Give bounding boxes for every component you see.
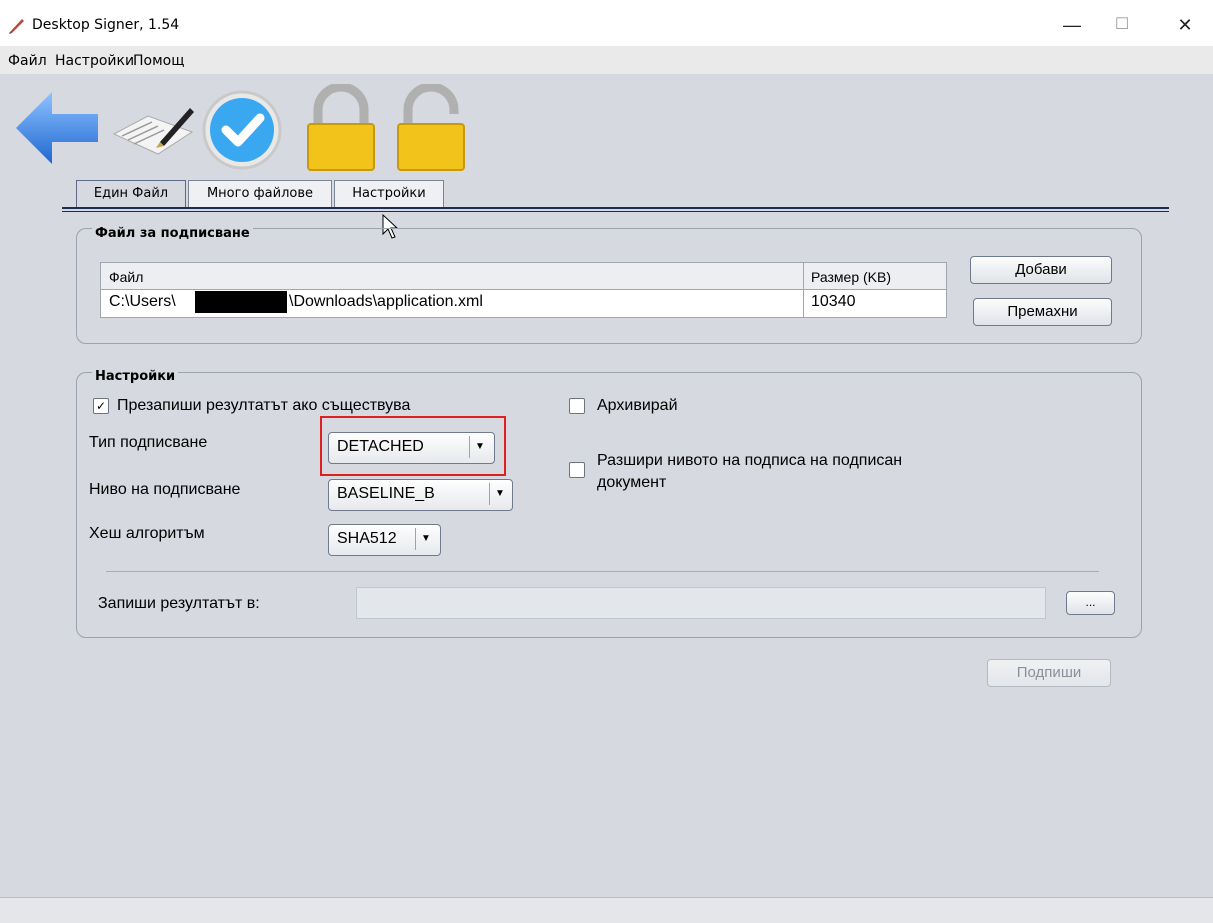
status-bar [0,897,1213,923]
file-size: 10340 [811,293,856,310]
sign-level-label: Ниво на подписване [89,481,241,498]
file-group-title: Файл за подписване [92,226,253,241]
column-header-file[interactable]: Файл [109,269,143,285]
lock-closed-icon[interactable] [296,84,386,172]
output-path-field[interactable] [356,587,1046,619]
tab-divider [62,207,1169,209]
tab-multiple-files[interactable]: Много файлове [188,180,332,209]
add-button[interactable]: Добави [970,256,1112,284]
sign-level-value: BASELINE_B [337,485,435,502]
file-path-prefix: C:\Users\ [109,293,176,310]
menu-file[interactable]: Файл [8,53,47,69]
sign-type-select[interactable]: DETACHED ▼ [328,432,495,464]
hash-select[interactable]: SHA512 ▼ [328,524,441,556]
menu-settings[interactable]: Настройки [55,53,134,69]
table-row[interactable]: C:\Users\ \Downloads\application.xml 103… [101,290,946,316]
extend-level-label-line2: документ [597,474,667,491]
close-button[interactable]: ✕ [1165,10,1205,40]
settings-divider [106,571,1099,572]
browse-button[interactable]: ... [1066,591,1115,615]
title-bar: Desktop Signer, 1.54 — ☐ ✕ [0,0,1213,46]
tab-divider-thin [62,211,1169,212]
extend-level-label-line1: Разшири нивото на подписа на подписан [597,452,903,469]
column-header-size[interactable]: Размер (KB) [811,269,891,285]
sign-level-select[interactable]: BASELINE_B ▼ [328,479,513,511]
file-path-suffix: \Downloads\application.xml [289,293,483,310]
remove-button[interactable]: Премахни [973,298,1112,326]
chevron-down-icon: ▼ [415,528,436,550]
menu-help[interactable]: Помощ [133,53,184,69]
chevron-down-icon: ▼ [469,436,490,458]
hash-value: SHA512 [337,530,397,547]
redacted-username [195,291,287,313]
sign-button[interactable]: Подпиши [987,659,1111,687]
sign-type-label: Тип подписване [89,434,208,451]
sign-document-icon[interactable] [108,84,198,172]
overwrite-label: Презапиши резултатът ако съществува [117,397,411,414]
output-label: Запиши резултатът в: [98,595,260,612]
app-pen-icon [9,19,24,34]
back-arrow-icon[interactable] [12,84,102,172]
maximize-button[interactable]: ☐ [1102,10,1142,40]
extend-level-checkbox[interactable] [569,462,585,478]
verify-check-icon[interactable] [200,84,290,172]
settings-group-title: Настройки [92,369,179,384]
hash-label: Хеш алгоритъм [89,525,205,542]
overwrite-checkbox[interactable]: ✓ [93,398,109,414]
tab-single-file[interactable]: Един Файл [76,180,186,209]
chevron-down-icon: ▼ [489,483,510,505]
archive-checkbox[interactable] [569,398,585,414]
tab-settings[interactable]: Настройки [334,180,444,209]
archive-label: Архивирай [597,397,678,414]
file-table[interactable]: Файл Размер (KB) C:\Users\ \Downloads\ap… [100,262,947,318]
minimize-button[interactable]: — [1052,10,1092,40]
sign-type-value: DETACHED [337,438,424,455]
window-title: Desktop Signer, 1.54 [32,17,180,33]
lock-open-icon[interactable] [386,84,476,172]
